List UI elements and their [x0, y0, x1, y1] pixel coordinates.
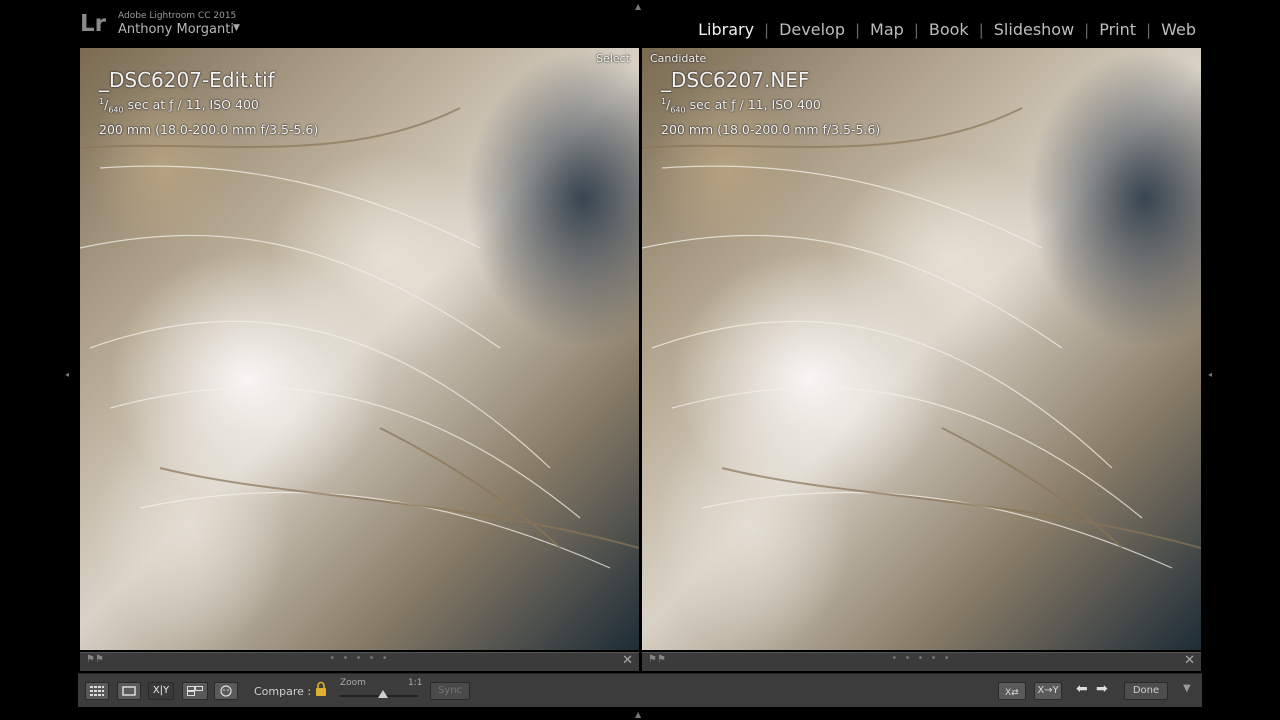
module-web[interactable]: Web	[1151, 20, 1206, 39]
photo-info-overlay: _DSC6207.NEF 1/640 sec at ƒ / 11, ISO 40…	[661, 68, 880, 139]
make-select-button[interactable]: X→Y	[1034, 682, 1062, 700]
module-slideshow[interactable]: Slideshow	[984, 20, 1084, 39]
rating-stars[interactable]: • • • • •	[891, 653, 951, 664]
photo-info-overlay: _DSC6207-Edit.tif 1/640 sec at ƒ / 11, I…	[99, 68, 318, 139]
rating-stars[interactable]: • • • • •	[329, 653, 389, 664]
top-panel-toggle-icon[interactable]: ▲	[635, 2, 641, 11]
people-icon	[220, 685, 232, 697]
candidate-photo-pane[interactable]: Candidate _DSC6207.NEF 1/640 sec at ƒ / …	[642, 48, 1201, 650]
previous-photo-arrow-icon[interactable]: ⬅	[1076, 681, 1088, 697]
candidate-label: Candidate	[650, 52, 707, 65]
module-map[interactable]: Map	[860, 20, 914, 39]
people-view-button[interactable]	[214, 682, 238, 700]
select-photo-pane[interactable]: Select _DSC6207-Edit.tif 1/640 sec at ƒ …	[80, 48, 639, 650]
app-name: Adobe Lightroom CC 2015	[118, 11, 237, 21]
done-button[interactable]: Done	[1124, 682, 1168, 700]
next-photo-arrow-icon[interactable]: ➡	[1096, 681, 1108, 697]
flag-icon[interactable]: ⚑⚑	[86, 654, 104, 665]
flag-icon[interactable]: ⚑⚑	[648, 654, 666, 665]
module-picker: Library | Develop | Map | Book | Slideshow | …	[688, 20, 1206, 39]
lightroom-logo: Lr	[80, 11, 106, 37]
left-panel-toggle-icon[interactable]: ◂	[65, 370, 69, 379]
bottom-panel-toggle-icon[interactable]: ▲	[635, 710, 641, 719]
sync-button[interactable]: Sync	[430, 682, 470, 700]
lock-icon[interactable]	[315, 681, 327, 697]
survey-icon	[187, 686, 203, 696]
compare-label: Compare :	[254, 685, 312, 698]
toolbar-menu-chevron-down-icon[interactable]: ▼	[1183, 683, 1191, 694]
select-pane-info-strip: ⚑⚑ • • • • • ✕	[80, 652, 639, 671]
toolbar: X|Y Compare : Zoom 1:1 Sync X⇄ X→Y ⬅ ➡ D…	[78, 673, 1202, 707]
svg-text:X⇄: X⇄	[1005, 688, 1019, 696]
grid-view-button[interactable]	[85, 682, 109, 700]
compare-view-button[interactable]: X|Y	[148, 682, 174, 700]
close-icon[interactable]: ✕	[622, 653, 633, 668]
close-icon[interactable]: ✕	[1184, 653, 1195, 668]
right-panel-toggle-icon[interactable]: ◂	[1208, 370, 1212, 379]
grid-icon	[90, 686, 104, 696]
module-book[interactable]: Book	[919, 20, 979, 39]
identity-plate-user[interactable]: Anthony Morganti	[118, 22, 234, 37]
exposure-info: 1/640 sec at ƒ / 11, ISO 400	[661, 97, 821, 115]
zoom-value: 1:1	[408, 678, 423, 688]
lens-info: 200 mm (18.0-200.0 mm f/3.5-5.6)	[99, 121, 319, 137]
loupe-icon	[122, 686, 136, 696]
lens-info: 200 mm (18.0-200.0 mm f/3.5-5.6)	[661, 121, 881, 137]
module-print[interactable]: Print	[1089, 20, 1146, 39]
swap-icon: X⇄	[1005, 688, 1019, 698]
file-name: _DSC6207.NEF	[661, 68, 810, 92]
exposure-info: 1/640 sec at ƒ / 11, ISO 400	[99, 97, 259, 115]
zoom-label: Zoom	[340, 678, 366, 688]
module-library[interactable]: Library	[688, 20, 764, 39]
zoom-slider-thumb[interactable]	[377, 690, 388, 698]
module-develop[interactable]: Develop	[769, 20, 855, 39]
user-dropdown-caret-icon[interactable]: ▼	[233, 23, 240, 33]
swap-button[interactable]: X⇄	[998, 682, 1026, 700]
loupe-view-button[interactable]	[117, 682, 141, 700]
survey-view-button[interactable]	[182, 682, 208, 700]
select-label: Select	[596, 52, 630, 65]
file-name: _DSC6207-Edit.tif	[99, 68, 275, 92]
candidate-pane-info-strip: ⚑⚑ • • • • • ✕	[642, 652, 1201, 671]
